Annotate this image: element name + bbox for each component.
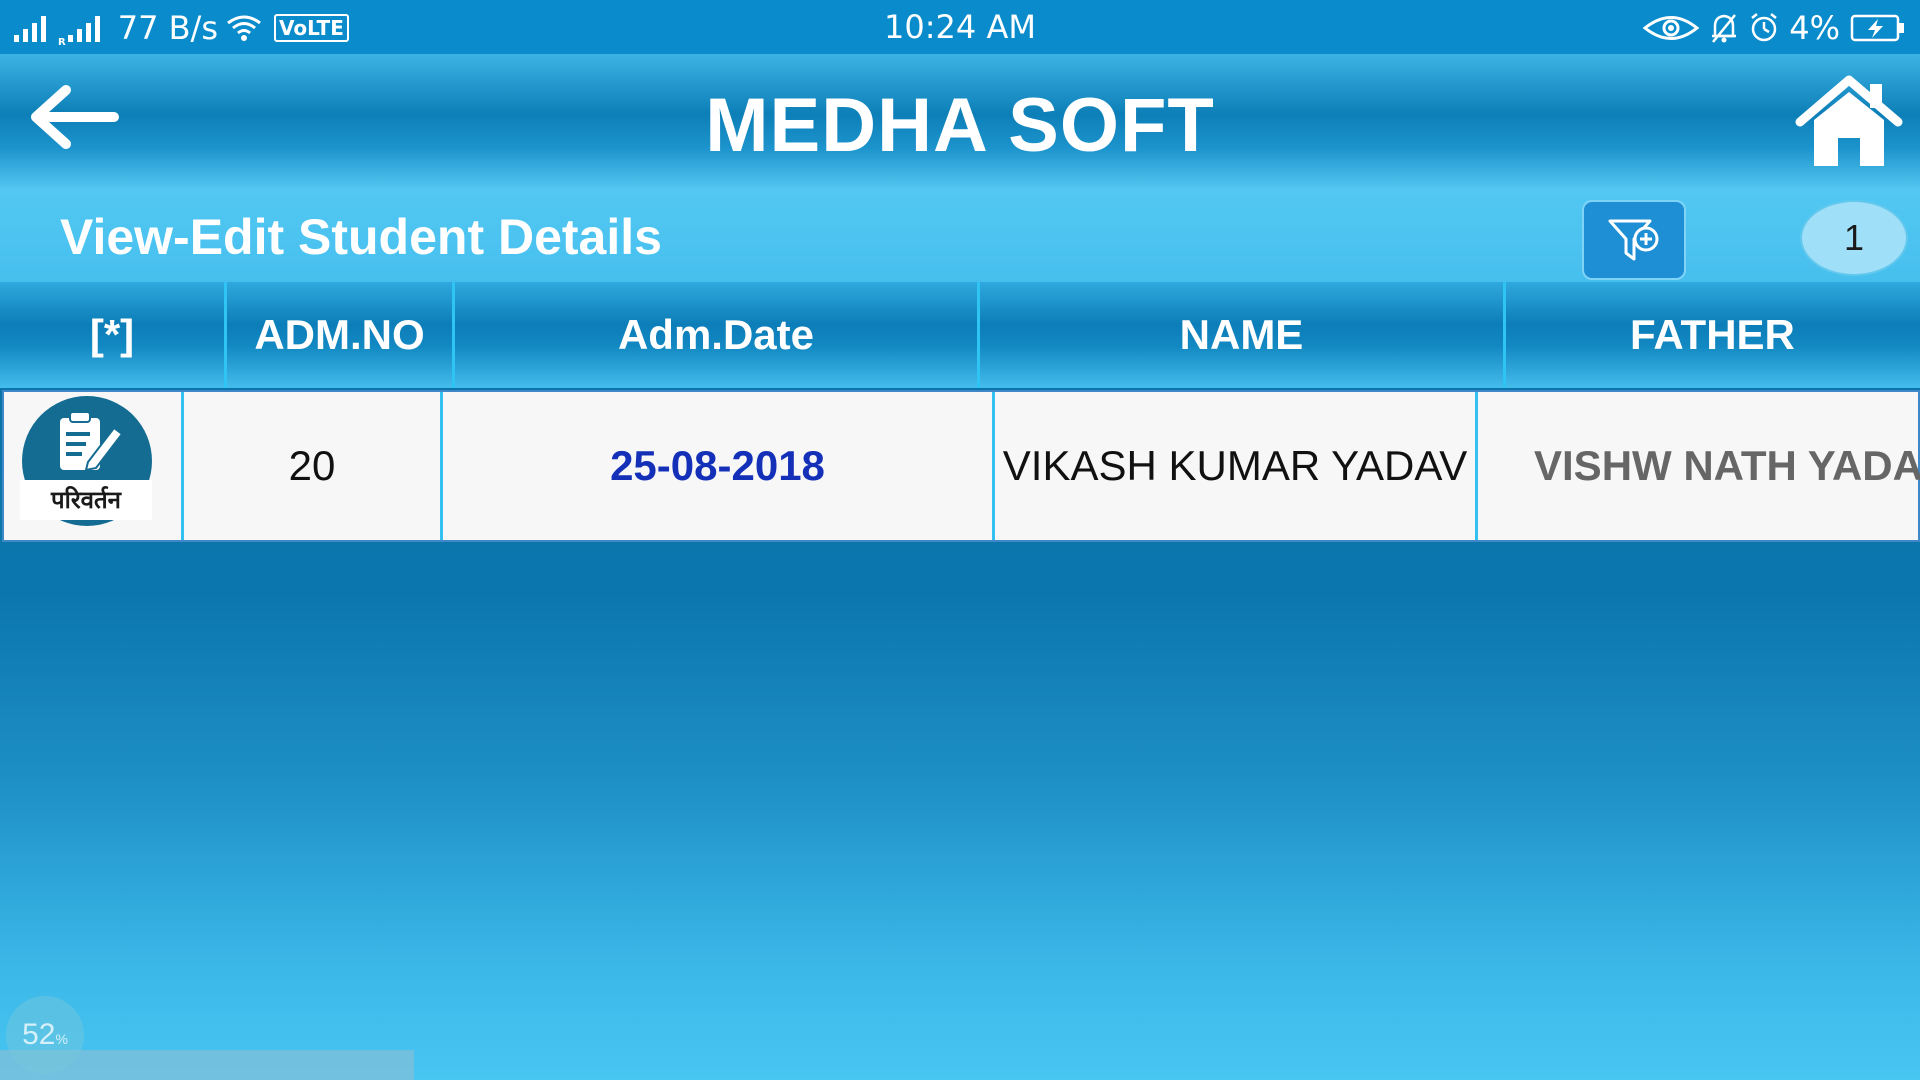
edit-record-button[interactable]: परिवर्तन xyxy=(20,396,154,526)
record-count-badge[interactable]: 1 xyxy=(1800,200,1908,276)
progress-value: 52 xyxy=(22,1018,56,1051)
status-time: 10:24 AM xyxy=(884,8,1036,46)
clipboard-edit-icon xyxy=(60,411,124,472)
battery-percent: 4% xyxy=(1789,9,1840,47)
alarm-icon xyxy=(1751,13,1778,42)
table-row[interactable]: परिवर्तन 20 25-08-2018 VIKASH KUMAR YADA… xyxy=(2,390,1920,542)
column-header-name[interactable]: NAME xyxy=(980,282,1506,388)
name-cell: VIKASH KUMAR YADAV xyxy=(995,392,1478,540)
sub-header: View-Edit Student Details 1 xyxy=(0,188,1920,282)
bell-muted-icon xyxy=(1712,14,1737,43)
column-header-adm-date[interactable]: Adm.Date xyxy=(455,282,980,388)
column-header-adm-no[interactable]: ADM.NO xyxy=(227,282,455,388)
home-icon[interactable] xyxy=(1794,72,1904,172)
progress-unit: % xyxy=(55,1031,68,1047)
progress-indicator: 52% xyxy=(6,996,84,1074)
adm-no-cell: 20 xyxy=(184,392,443,540)
app-title: MEDHA SOFT xyxy=(705,83,1215,168)
father-name-cell: VISHW NATH YADAV xyxy=(1534,442,1920,489)
status-right: 4% xyxy=(1633,8,1906,48)
eye-icon xyxy=(1643,16,1700,40)
add-filter-button[interactable] xyxy=(1582,200,1686,280)
column-header-father-name[interactable]: FATHER NAME xyxy=(1506,282,1920,464)
filter-add-icon xyxy=(1608,219,1659,261)
edit-label: परिवर्तन xyxy=(20,480,152,520)
app-bar: MEDHA SOFT xyxy=(0,54,1920,188)
status-bar: R 77 B/s VoLTE 10:24 AM 4% xyxy=(0,0,1920,54)
battery-charging-icon xyxy=(1850,14,1904,42)
column-header-select[interactable]: [*] xyxy=(0,282,227,388)
table-header: [*] ADM.NO Adm.Date NAME FATHER NAME xyxy=(0,282,1920,464)
edit-cell: परिवर्तन xyxy=(4,392,184,540)
adm-date-cell: 25-08-2018 xyxy=(443,392,995,540)
page-title: View-Edit Student Details xyxy=(60,209,662,265)
